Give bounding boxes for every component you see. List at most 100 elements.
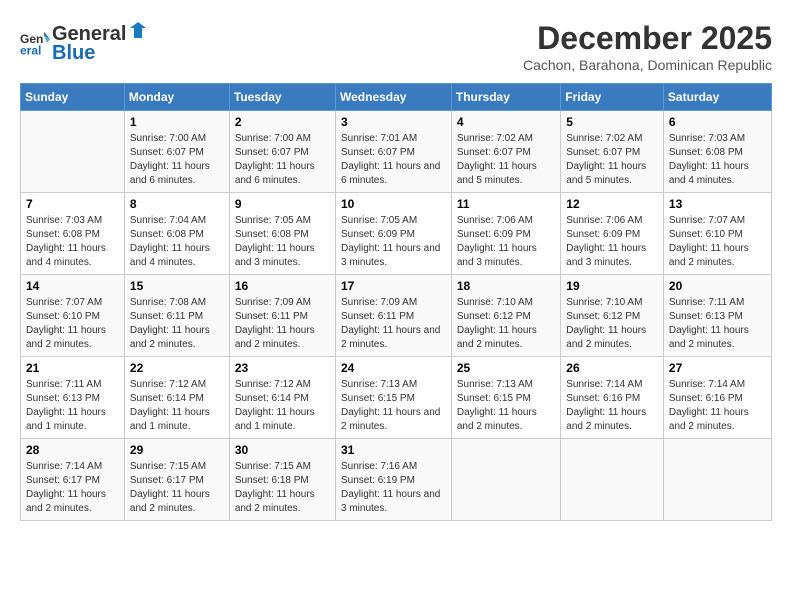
calendar-header-row: SundayMondayTuesdayWednesdayThursdayFrid… xyxy=(21,84,772,111)
day-number: 10 xyxy=(341,197,446,211)
day-number: 6 xyxy=(669,115,766,129)
day-number: 22 xyxy=(130,361,224,375)
day-number: 19 xyxy=(566,279,658,293)
week-row-3: 21 Sunrise: 7:11 AMSunset: 6:13 PMDayligh… xyxy=(21,357,772,439)
day-number: 7 xyxy=(26,197,119,211)
svg-text:eral: eral xyxy=(20,43,41,57)
calendar-cell: 16 Sunrise: 7:09 AMSunset: 6:11 PMDayligh… xyxy=(229,275,335,357)
title-block: December 2025 Cachon, Barahona, Dominica… xyxy=(523,20,772,73)
calendar-cell: 30 Sunrise: 7:15 AMSunset: 6:18 PMDayligh… xyxy=(229,439,335,521)
day-info: Sunrise: 7:06 AMSunset: 6:09 PMDaylight:… xyxy=(457,214,555,270)
calendar-cell: 15 Sunrise: 7:08 AMSunset: 6:11 PMDayligh… xyxy=(124,275,229,357)
day-info: Sunrise: 7:03 AMSunset: 6:08 PMDaylight:… xyxy=(26,214,119,270)
day-info: Sunrise: 7:14 AMSunset: 6:17 PMDaylight:… xyxy=(26,460,119,516)
day-number: 27 xyxy=(669,361,766,375)
day-number: 1 xyxy=(130,115,224,129)
day-info: Sunrise: 7:05 AMSunset: 6:08 PMDaylight:… xyxy=(235,214,330,270)
day-info: Sunrise: 7:13 AMSunset: 6:15 PMDaylight:… xyxy=(457,378,555,434)
calendar-cell: 28 Sunrise: 7:14 AMSunset: 6:17 PMDayligh… xyxy=(21,439,125,521)
calendar-cell: 14 Sunrise: 7:07 AMSunset: 6:10 PMDayligh… xyxy=(21,275,125,357)
logo: Gen eral General Blue xyxy=(20,20,148,65)
logo-flag-icon xyxy=(128,20,148,40)
day-info: Sunrise: 7:14 AMSunset: 6:16 PMDaylight:… xyxy=(669,378,766,434)
day-info: Sunrise: 7:00 AMSunset: 6:07 PMDaylight:… xyxy=(235,132,330,188)
day-number: 2 xyxy=(235,115,330,129)
day-info: Sunrise: 7:05 AMSunset: 6:09 PMDaylight:… xyxy=(341,214,446,270)
page-header: Gen eral General Blue December 2025 Cach… xyxy=(20,20,772,73)
day-info: Sunrise: 7:02 AMSunset: 6:07 PMDaylight:… xyxy=(566,132,658,188)
calendar-cell: 27 Sunrise: 7:14 AMSunset: 6:16 PMDayligh… xyxy=(663,357,771,439)
week-row-4: 28 Sunrise: 7:14 AMSunset: 6:17 PMDayligh… xyxy=(21,439,772,521)
calendar-cell: 10 Sunrise: 7:05 AMSunset: 6:09 PMDayligh… xyxy=(336,193,452,275)
day-number: 26 xyxy=(566,361,658,375)
day-number: 25 xyxy=(457,361,555,375)
day-info: Sunrise: 7:09 AMSunset: 6:11 PMDaylight:… xyxy=(341,296,446,352)
day-info: Sunrise: 7:12 AMSunset: 6:14 PMDaylight:… xyxy=(130,378,224,434)
calendar-cell xyxy=(561,439,664,521)
day-number: 29 xyxy=(130,443,224,457)
day-number: 13 xyxy=(669,197,766,211)
day-number: 24 xyxy=(341,361,446,375)
header-friday: Friday xyxy=(561,84,664,111)
calendar-cell: 2 Sunrise: 7:00 AMSunset: 6:07 PMDaylight… xyxy=(229,111,335,193)
day-number: 21 xyxy=(26,361,119,375)
calendar-cell: 21 Sunrise: 7:11 AMSunset: 6:13 PMDayligh… xyxy=(21,357,125,439)
day-number: 16 xyxy=(235,279,330,293)
calendar-cell: 20 Sunrise: 7:11 AMSunset: 6:13 PMDayligh… xyxy=(663,275,771,357)
calendar-cell: 25 Sunrise: 7:13 AMSunset: 6:15 PMDayligh… xyxy=(451,357,560,439)
calendar-cell: 26 Sunrise: 7:14 AMSunset: 6:16 PMDayligh… xyxy=(561,357,664,439)
day-info: Sunrise: 7:09 AMSunset: 6:11 PMDaylight:… xyxy=(235,296,330,352)
day-info: Sunrise: 7:14 AMSunset: 6:16 PMDaylight:… xyxy=(566,378,658,434)
calendar-cell: 4 Sunrise: 7:02 AMSunset: 6:07 PMDaylight… xyxy=(451,111,560,193)
day-info: Sunrise: 7:15 AMSunset: 6:17 PMDaylight:… xyxy=(130,460,224,516)
day-info: Sunrise: 7:13 AMSunset: 6:15 PMDaylight:… xyxy=(341,378,446,434)
day-number: 9 xyxy=(235,197,330,211)
day-info: Sunrise: 7:10 AMSunset: 6:12 PMDaylight:… xyxy=(566,296,658,352)
day-info: Sunrise: 7:16 AMSunset: 6:19 PMDaylight:… xyxy=(341,460,446,516)
calendar-cell: 24 Sunrise: 7:13 AMSunset: 6:15 PMDayligh… xyxy=(336,357,452,439)
calendar-cell: 3Sunrise: 7:01 AMSunset: 6:07 PMDaylight… xyxy=(336,111,452,193)
month-title: December 2025 xyxy=(523,20,772,57)
calendar-cell: 1 Sunrise: 7:00 AMSunset: 6:07 PMDaylight… xyxy=(124,111,229,193)
day-info: Sunrise: 7:02 AMSunset: 6:07 PMDaylight:… xyxy=(457,132,555,188)
day-number: 5 xyxy=(566,115,658,129)
day-number: 20 xyxy=(669,279,766,293)
day-number: 12 xyxy=(566,197,658,211)
week-row-0: 1 Sunrise: 7:00 AMSunset: 6:07 PMDaylight… xyxy=(21,111,772,193)
calendar-cell xyxy=(451,439,560,521)
week-row-2: 14 Sunrise: 7:07 AMSunset: 6:10 PMDayligh… xyxy=(21,275,772,357)
logo-icon: Gen eral xyxy=(20,28,50,58)
day-info: Sunrise: 7:08 AMSunset: 6:11 PMDaylight:… xyxy=(130,296,224,352)
day-info: Sunrise: 7:06 AMSunset: 6:09 PMDaylight:… xyxy=(566,214,658,270)
calendar-cell: 31 Sunrise: 7:16 AMSunset: 6:19 PMDayligh… xyxy=(336,439,452,521)
day-info: Sunrise: 7:11 AMSunset: 6:13 PMDaylight:… xyxy=(26,378,119,434)
day-number: 31 xyxy=(341,443,446,457)
day-info: Sunrise: 7:10 AMSunset: 6:12 PMDaylight:… xyxy=(457,296,555,352)
header-thursday: Thursday xyxy=(451,84,560,111)
calendar-cell xyxy=(21,111,125,193)
location: Cachon, Barahona, Dominican Republic xyxy=(523,57,772,73)
header-saturday: Saturday xyxy=(663,84,771,111)
calendar-cell: 19 Sunrise: 7:10 AMSunset: 6:12 PMDayligh… xyxy=(561,275,664,357)
day-number: 14 xyxy=(26,279,119,293)
day-info: Sunrise: 7:00 AMSunset: 6:07 PMDaylight:… xyxy=(130,132,224,188)
day-info: Sunrise: 7:04 AMSunset: 6:08 PMDaylight:… xyxy=(130,214,224,270)
day-info: Sunrise: 7:07 AMSunset: 6:10 PMDaylight:… xyxy=(26,296,119,352)
day-info: Sunrise: 7:15 AMSunset: 6:18 PMDaylight:… xyxy=(235,460,330,516)
calendar-cell xyxy=(663,439,771,521)
day-number: 28 xyxy=(26,443,119,457)
day-number: 4 xyxy=(457,115,555,129)
day-number: 15 xyxy=(130,279,224,293)
day-info: Sunrise: 7:11 AMSunset: 6:13 PMDaylight:… xyxy=(669,296,766,352)
calendar-cell: 29 Sunrise: 7:15 AMSunset: 6:17 PMDayligh… xyxy=(124,439,229,521)
header-monday: Monday xyxy=(124,84,229,111)
calendar-cell: 17Sunrise: 7:09 AMSunset: 6:11 PMDayligh… xyxy=(336,275,452,357)
calendar-cell: 6Sunrise: 7:03 AMSunset: 6:08 PMDaylight… xyxy=(663,111,771,193)
day-number: 30 xyxy=(235,443,330,457)
day-number: 23 xyxy=(235,361,330,375)
calendar-cell: 7 Sunrise: 7:03 AMSunset: 6:08 PMDaylight… xyxy=(21,193,125,275)
calendar-cell: 8Sunrise: 7:04 AMSunset: 6:08 PMDaylight… xyxy=(124,193,229,275)
calendar-cell: 23 Sunrise: 7:12 AMSunset: 6:14 PMDayligh… xyxy=(229,357,335,439)
day-info: Sunrise: 7:12 AMSunset: 6:14 PMDaylight:… xyxy=(235,378,330,434)
day-number: 11 xyxy=(457,197,555,211)
